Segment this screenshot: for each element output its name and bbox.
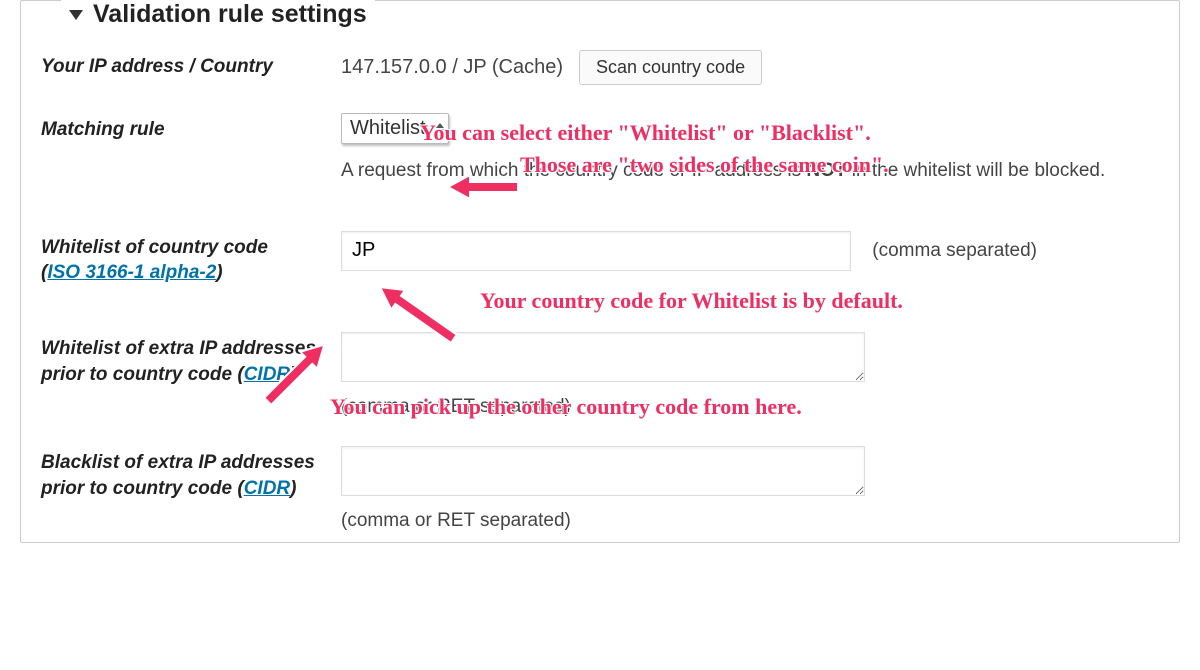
blacklist-extra-ip-hint: (comma or RET separated) (341, 510, 1159, 532)
whitelist-extra-ip-textarea[interactable] (341, 332, 865, 382)
collapse-triangle-icon (69, 10, 83, 20)
ip-country-value: 147.157.0.0 / JP (Cache) (341, 56, 563, 79)
section-title: Validation rule settings (93, 0, 367, 29)
select-caret-icon (436, 123, 444, 134)
row-ip-country: Your IP address / Country 147.157.0.0 / … (41, 50, 1159, 85)
label-whitelist-extra-ip: Whitelist of extra IP addresses prior to… (41, 332, 341, 387)
cidr-link-whitelist[interactable]: CIDR (244, 364, 290, 385)
row-whitelist-country-code: Whitelist of country code (ISO 3166-1 al… (41, 231, 1159, 286)
row-whitelist-extra-ip: Whitelist of extra IP addresses prior to… (41, 332, 1159, 418)
blacklist-extra-ip-textarea[interactable] (341, 446, 865, 496)
row-matching-rule: Matching rule Whitelist A request from w… (41, 113, 1159, 185)
whitelist-extra-ip-hint: (comma or RET separated) (341, 396, 1159, 418)
section-header[interactable]: Validation rule settings (61, 0, 375, 29)
validation-rule-settings-section: Validation rule settings Your IP address… (20, 0, 1180, 543)
matching-rule-help: A request from which the country code or… (341, 158, 1121, 185)
matching-rule-select[interactable]: Whitelist (341, 113, 449, 144)
label-matching-rule: Matching rule (41, 113, 341, 143)
label-whitelist-country-code: Whitelist of country code (ISO 3166-1 al… (41, 231, 341, 286)
whitelist-country-code-input[interactable] (341, 231, 851, 271)
cidr-link-blacklist[interactable]: CIDR (244, 478, 290, 499)
iso-3166-link[interactable]: ISO 3166-1 alpha-2 (47, 262, 216, 283)
whitelist-cc-hint: (comma separated) (872, 240, 1037, 261)
scan-country-code-button[interactable]: Scan country code (579, 50, 762, 85)
row-blacklist-extra-ip: Blacklist of extra IP addresses prior to… (41, 446, 1159, 532)
label-blacklist-extra-ip: Blacklist of extra IP addresses prior to… (41, 446, 341, 501)
matching-rule-selected: Whitelist (350, 117, 426, 140)
label-ip-country: Your IP address / Country (41, 50, 341, 80)
